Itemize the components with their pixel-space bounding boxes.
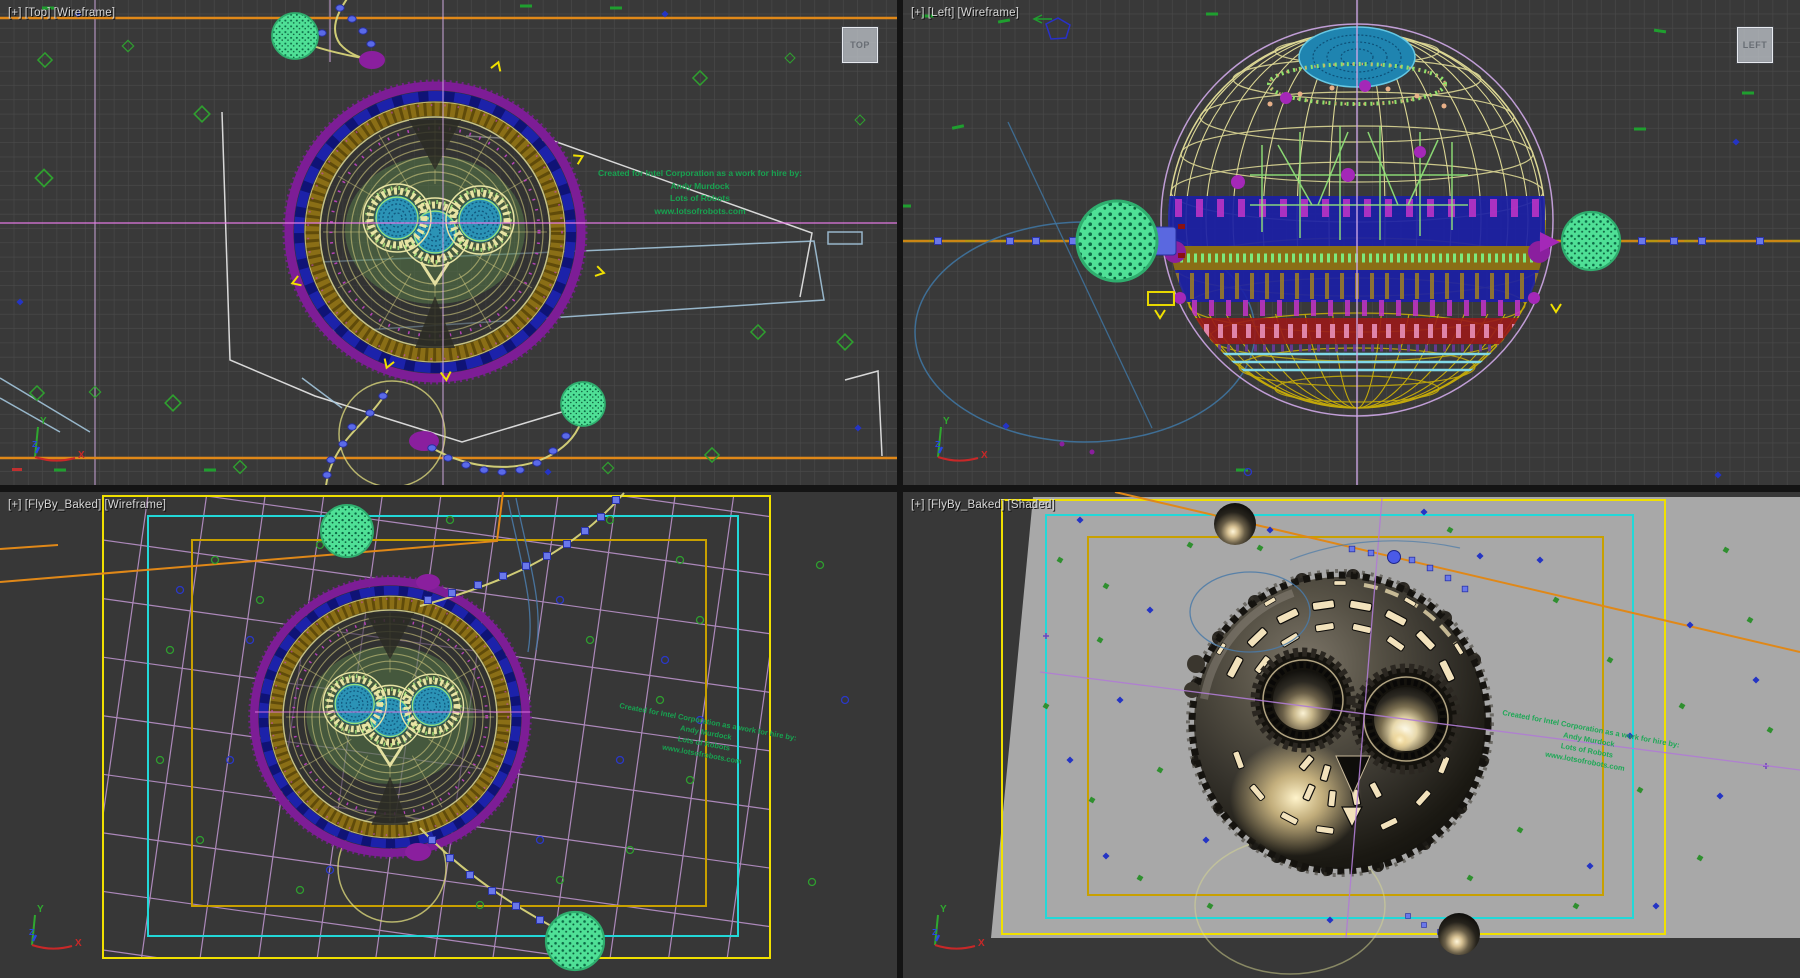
watermark: Created for Intel Corporation as a work … [1481, 704, 1696, 786]
pov-viewport-menu[interactable]: [Left] [928, 7, 955, 19]
pov-viewport-menu[interactable]: [Top] [25, 7, 51, 19]
shading-viewport-menu[interactable]: [Wireframe] [104, 499, 166, 511]
pov-viewport-menu[interactable]: [FlyBy_Baked] [928, 499, 1005, 511]
general-viewport-menu[interactable]: [+] [911, 7, 925, 19]
shading-viewport-menu[interactable]: [Wireframe] [958, 7, 1020, 19]
watermark: Created for Intel Corporation as a work … [585, 167, 815, 217]
viewport-label: [+] [Top] [Wireframe] [8, 7, 115, 19]
general-viewport-menu[interactable]: [+] [8, 499, 22, 511]
viewport-top[interactable]: [+] [Top] [Wireframe] TOP Created for In… [0, 0, 897, 485]
general-viewport-menu[interactable]: [+] [8, 7, 22, 19]
viewport-flyby-shaded[interactable]: [+] [FlyBy_Baked] [Shaded] Created for I… [903, 492, 1800, 978]
viewcube[interactable]: TOP [842, 27, 878, 63]
viewport-flyby-wireframe[interactable]: [+] [FlyBy_Baked] [Wireframe] Created fo… [0, 492, 897, 978]
watermark: Created for Intel Corporation as a work … [598, 697, 813, 779]
pov-viewport-menu[interactable]: [FlyBy_Baked] [25, 499, 102, 511]
viewcube[interactable]: LEFT [1737, 27, 1773, 63]
shading-viewport-menu[interactable]: [Shaded] [1007, 499, 1055, 511]
viewport-label: [+] [Left] [Wireframe] [911, 7, 1019, 19]
viewport-left[interactable]: [+] [Left] [Wireframe] LEFT [903, 0, 1800, 485]
viewport-label: [+] [FlyBy_Baked] [Wireframe] [8, 499, 166, 511]
viewport-label: [+] [FlyBy_Baked] [Shaded] [911, 499, 1055, 511]
general-viewport-menu[interactable]: [+] [911, 499, 925, 511]
shading-viewport-menu[interactable]: [Wireframe] [54, 7, 116, 19]
